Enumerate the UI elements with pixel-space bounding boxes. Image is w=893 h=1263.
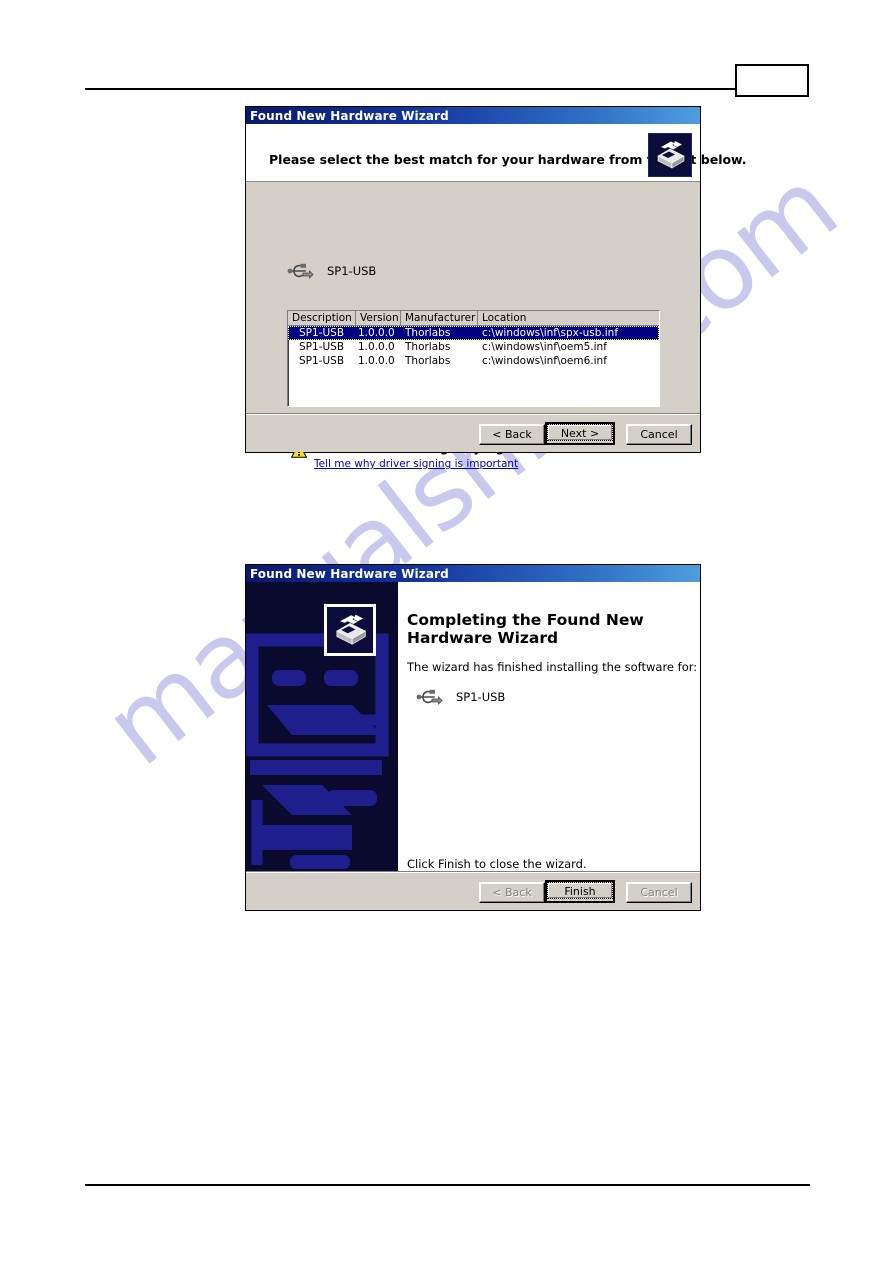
page-footer-rule	[85, 1184, 810, 1186]
table-row[interactable]: SP1-USB 1.0.0.0 Thorlabs c:\windows\inf\…	[288, 340, 659, 354]
driver-listview[interactable]: Description Version Manufacturer Locatio…	[287, 310, 660, 407]
cell-manufacturer: Thorlabs	[405, 355, 451, 367]
cell-description: SP1-USB	[299, 341, 345, 353]
dialog-button-bar: < Back Next > Cancel	[246, 413, 700, 452]
cell-location: c:\windows\inf\oem6.inf	[482, 355, 607, 367]
table-row[interactable]: SP1-USB 1.0.0.0 Thorlabs c:\windows\inf\…	[288, 326, 659, 340]
usb-icon	[287, 263, 314, 279]
cell-version: 1.0.0.0	[358, 341, 395, 353]
cell-manufacturer: Thorlabs	[405, 341, 451, 353]
listview-header-row: Description Version Manufacturer Locatio…	[288, 311, 659, 326]
back-button-label: < Back	[492, 885, 532, 899]
device-name-label: SP1-USB	[456, 690, 506, 704]
back-button[interactable]: < Back	[479, 423, 545, 445]
button-group: < Back Finish Cancel	[479, 880, 692, 903]
cell-description: SP1-USB	[299, 355, 345, 367]
page-header-rule	[85, 88, 735, 90]
wizard-content-panel: Completing the Found New Hardware Wizard…	[398, 582, 700, 874]
cell-manufacturer: Thorlabs	[405, 327, 451, 339]
usb-icon	[416, 689, 443, 705]
completion-heading: Completing the Found New Hardware Wizard	[407, 611, 657, 647]
dialog-body: SP1-USB Description Version Manufacturer…	[246, 182, 700, 470]
cell-location: c:\windows\inf\spx-usb.inf	[482, 327, 619, 339]
cell-location: c:\windows\inf\oem5.inf	[482, 341, 607, 353]
titlebar[interactable]: Found New Hardware Wizard	[246, 565, 700, 582]
titlebar-title: Found New Hardware Wizard	[250, 108, 449, 123]
titlebar[interactable]: Found New Hardware Wizard	[246, 107, 700, 124]
dialog-body: Completing the Found New Hardware Wizard…	[246, 582, 700, 874]
cell-description: SP1-USB	[299, 327, 345, 339]
hardware-wizard-icon	[648, 133, 692, 177]
device-name-label: SP1-USB	[327, 264, 377, 278]
installed-device-row: SP1-USB	[415, 686, 505, 708]
found-new-hardware-wizard-dialog-select: Found New Hardware Wizard Please select …	[245, 106, 747, 470]
finish-button[interactable]: Finish	[545, 880, 615, 903]
hardware-wizard-icon	[324, 604, 376, 656]
found-new-hardware-wizard-dialog-complete: Found New Hardware Wizard Completing the…	[245, 564, 701, 911]
button-group: < Back Next > Cancel	[479, 422, 692, 445]
back-button: < Back	[479, 881, 545, 903]
titlebar-title: Found New Hardware Wizard	[250, 566, 449, 581]
completion-subtitle: The wizard has finished installing the s…	[407, 660, 698, 674]
completion-heading-line1: Completing the Found New	[407, 611, 644, 629]
column-header-version[interactable]: Version	[356, 311, 401, 325]
column-header-manufacturer[interactable]: Manufacturer	[401, 311, 478, 325]
finish-instruction-text: Click Finish to close the wizard.	[407, 857, 587, 871]
finish-button-label: Finish	[547, 882, 613, 899]
next-button-label: Next >	[547, 424, 613, 441]
page-number-box	[735, 64, 809, 97]
cell-version: 1.0.0.0	[358, 355, 395, 367]
cell-version: 1.0.0.0	[358, 327, 395, 339]
completion-heading-line2: Hardware Wizard	[407, 629, 559, 647]
cancel-button-label: Cancel	[640, 427, 678, 441]
back-button-label: < Back	[492, 427, 532, 441]
cancel-button[interactable]: Cancel	[626, 423, 692, 445]
column-header-location[interactable]: Location	[478, 311, 659, 325]
dialog-button-bar: < Back Finish Cancel	[246, 871, 700, 910]
cancel-button: Cancel	[626, 881, 692, 903]
wizard-banner-panel	[246, 582, 398, 874]
driver-signing-link[interactable]: Tell me why driver signing is important	[314, 457, 534, 471]
dialog-header-panel: Please select the best match for your ha…	[246, 124, 747, 182]
selected-device-row: SP1-USB	[286, 260, 376, 282]
column-header-description[interactable]: Description	[288, 311, 356, 325]
next-button[interactable]: Next >	[545, 422, 615, 445]
cancel-button-label: Cancel	[640, 885, 678, 899]
table-row[interactable]: SP1-USB 1.0.0.0 Thorlabs c:\windows\inf\…	[288, 354, 659, 368]
